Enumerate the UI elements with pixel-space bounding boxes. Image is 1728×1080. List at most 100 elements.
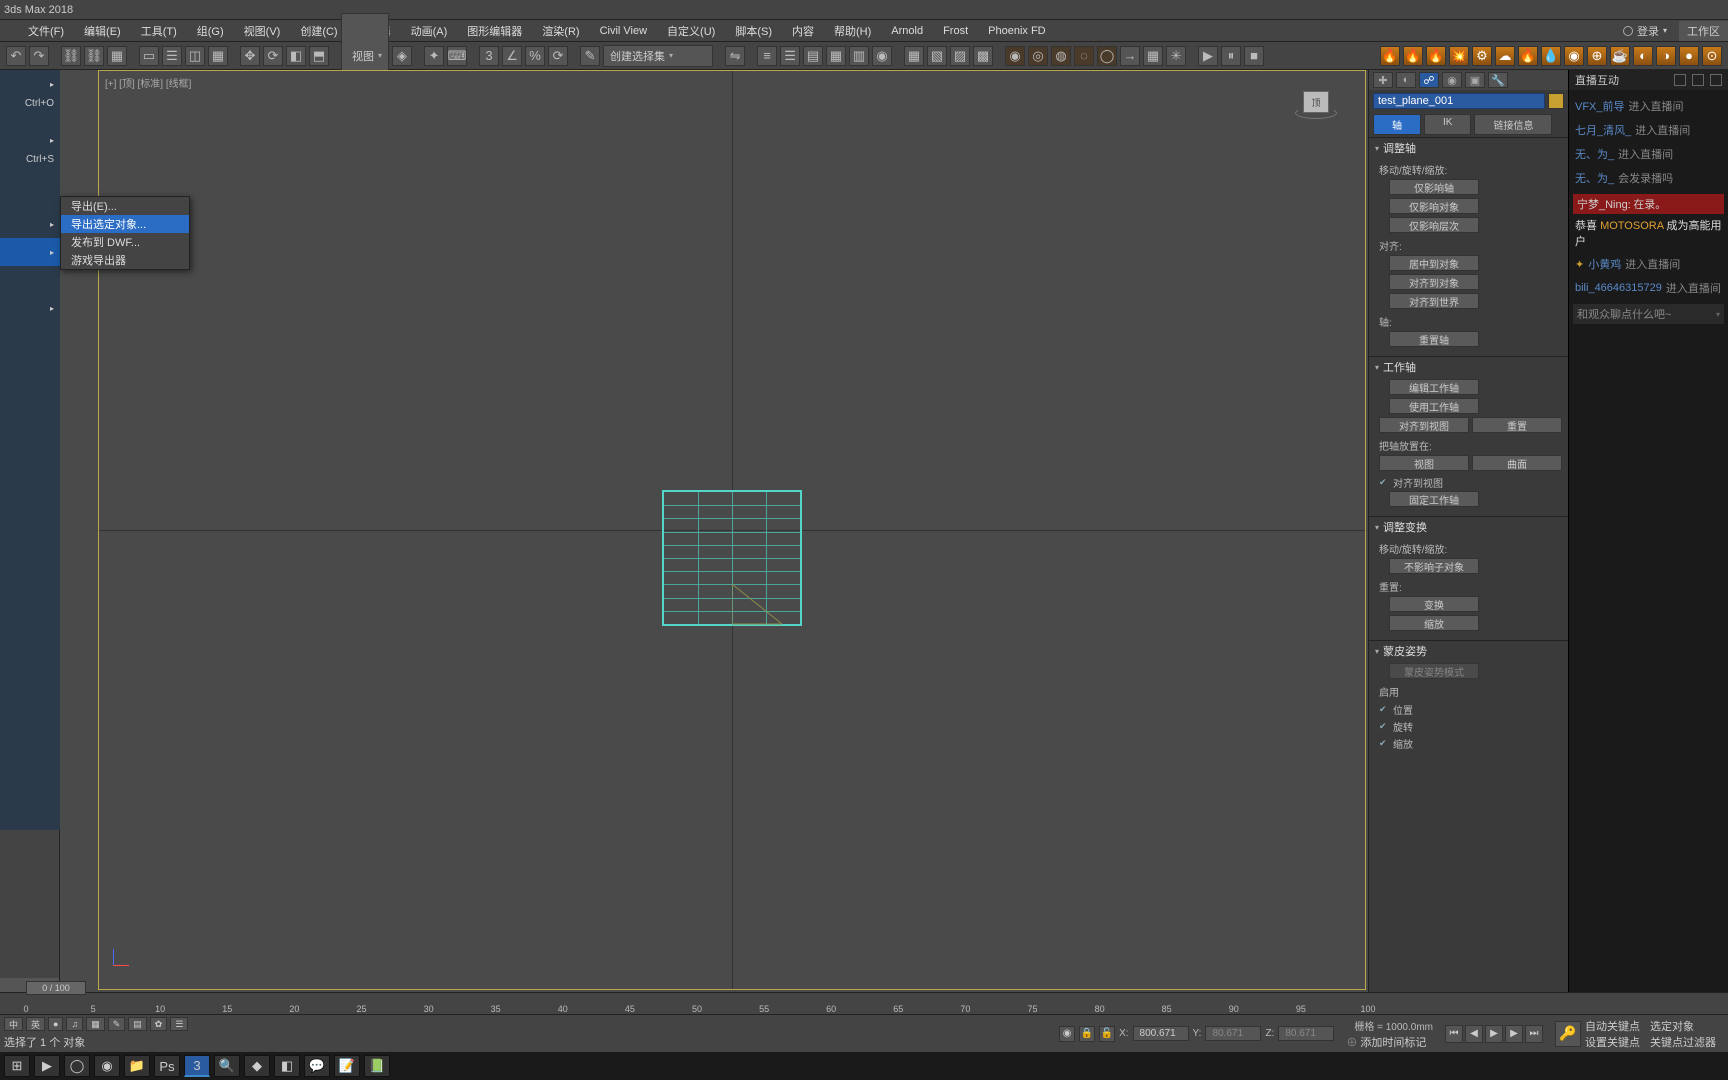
percent-snap-icon[interactable]: %: [525, 46, 545, 66]
link-icon[interactable]: ⛓: [61, 46, 81, 66]
affect-object-only-button[interactable]: 仅影响对象: [1389, 198, 1479, 214]
align-to-view-button[interactable]: 对齐到视图: [1379, 417, 1469, 433]
set-key-icon[interactable]: 🔑: [1555, 1021, 1581, 1047]
place-surface-button[interactable]: 曲面: [1472, 455, 1562, 471]
login-button[interactable]: 登录▾: [1617, 23, 1673, 39]
sel-lock-icon[interactable]: 🔓: [1099, 1026, 1115, 1042]
isolate-icon[interactable]: ◉: [1059, 1026, 1075, 1042]
render-frame-icon[interactable]: ▧: [927, 46, 947, 66]
phoenix-m-icon[interactable]: ◑: [1656, 46, 1676, 66]
align-icon[interactable]: ≡: [757, 46, 777, 66]
spinner-snap-icon[interactable]: ⟳: [548, 46, 568, 66]
set-key-button[interactable]: 设置关键点: [1585, 1034, 1640, 1050]
taskbar-app-1[interactable]: ▶: [34, 1055, 60, 1077]
menu-render[interactable]: 渲染(R): [532, 23, 589, 39]
unlink-icon[interactable]: ⛓: [84, 46, 104, 66]
mirror-icon[interactable]: ⇋: [725, 46, 745, 66]
material-editor-icon[interactable]: ◉: [872, 46, 892, 66]
render-last-icon[interactable]: ▩: [973, 46, 993, 66]
taskbar-app-3[interactable]: ◉: [94, 1055, 120, 1077]
menu-group[interactable]: 组(G): [187, 23, 234, 39]
curve-editor-icon[interactable]: ▦: [826, 46, 846, 66]
select-manipulate-icon[interactable]: ✦: [424, 46, 444, 66]
chat-settings-icon[interactable]: [1692, 74, 1704, 86]
taskbar-photoshop-icon[interactable]: Ps: [154, 1055, 180, 1077]
lock-icon[interactable]: 🔒: [1079, 1026, 1095, 1042]
pill-ik[interactable]: IK: [1424, 114, 1471, 135]
keyboard-shortcut-icon[interactable]: ⌨: [447, 46, 467, 66]
layers-icon[interactable]: ☰: [780, 46, 800, 66]
scale-gizmo-icon[interactable]: [732, 584, 792, 634]
phoenix-g-icon[interactable]: 🔥: [1518, 46, 1538, 66]
plugin-e-icon[interactable]: ◯: [1097, 46, 1117, 66]
taskbar-app-11[interactable]: 📝: [334, 1055, 360, 1077]
menu-help[interactable]: 帮助(H): [824, 23, 881, 39]
dont-affect-children-button[interactable]: 不影响子对象: [1389, 558, 1479, 574]
chat-popup-icon[interactable]: [1674, 74, 1686, 86]
auto-key-button[interactable]: 自动关键点: [1585, 1018, 1640, 1034]
taskbar-explorer-icon[interactable]: 📁: [124, 1055, 150, 1077]
taskbar-app-9[interactable]: ◧: [274, 1055, 300, 1077]
affect-hierarchy-only-button[interactable]: 仅影响层次: [1389, 217, 1479, 233]
select-name-icon[interactable]: ☰: [162, 46, 182, 66]
plugin-f-icon[interactable]: →: [1120, 46, 1140, 66]
rollout-working-pivot[interactable]: 工作轴: [1369, 357, 1568, 377]
render-icon[interactable]: ▨: [950, 46, 970, 66]
undo-icon[interactable]: ↶: [6, 46, 26, 66]
viewport-area[interactable]: [+] [顶] [标准] [线框] 顶: [60, 70, 1368, 992]
menu-frost[interactable]: Frost: [933, 25, 978, 37]
pill-linkinfo[interactable]: 链接信息: [1474, 114, 1552, 135]
align-to-world-button[interactable]: 对齐到世界: [1389, 293, 1479, 309]
rollout-adjust-transform[interactable]: 调整变换: [1369, 517, 1568, 537]
workspace-selector[interactable]: 工作区: [1679, 21, 1728, 41]
phoenix-f-icon[interactable]: ☁: [1495, 46, 1515, 66]
edit-working-pivot-button[interactable]: 编辑工作轴: [1389, 379, 1479, 395]
submenu-game-exporter[interactable]: 游戏导出器: [61, 251, 189, 269]
skin-pose-mode-button[interactable]: 蒙皮姿势模式: [1389, 663, 1479, 679]
menu-phoenix[interactable]: Phoenix FD: [978, 25, 1055, 37]
pin-working-pivot-button[interactable]: 固定工作轴: [1389, 491, 1479, 507]
ime-bar[interactable]: 中 英 ● ♫ ▦ ✎ ▤ ✿ ☰: [4, 1017, 188, 1031]
chat-close-icon[interactable]: [1710, 74, 1722, 86]
menu-create[interactable]: 创建(C): [290, 23, 347, 39]
file-menu-dropdown[interactable]: ▸ Ctrl+O ▸ Ctrl+S ▸ ▸ ▸: [0, 70, 60, 830]
play-icon[interactable]: ▶: [1198, 46, 1218, 66]
viewport-label[interactable]: [+] [顶] [标准] [线框]: [105, 75, 191, 90]
tab-hierarchy-icon[interactable]: ☍: [1419, 72, 1439, 88]
submenu-publish-dwf[interactable]: 发布到 DWF...: [61, 233, 189, 251]
select-region-icon[interactable]: ◫: [185, 46, 205, 66]
submenu-export[interactable]: 导出(E)...: [61, 197, 189, 215]
phoenix-d-icon[interactable]: 💥: [1449, 46, 1469, 66]
menu-edit[interactable]: 编辑(E): [74, 23, 131, 39]
phoenix-l-icon[interactable]: ◐: [1633, 46, 1653, 66]
menu-view[interactable]: 视图(V): [234, 23, 291, 39]
coord-x[interactable]: 800.671: [1133, 1026, 1189, 1041]
phoenix-j-icon[interactable]: ⊕: [1587, 46, 1607, 66]
add-time-tag[interactable]: 添加时间标记: [1360, 1037, 1426, 1049]
tab-utilities-icon[interactable]: 🔧: [1488, 72, 1508, 88]
taskbar-app-12[interactable]: 📗: [364, 1055, 390, 1077]
snap-toggle-icon[interactable]: 3: [479, 46, 499, 66]
affect-pivot-only-button[interactable]: 仅影响轴: [1389, 179, 1479, 195]
goto-end-icon[interactable]: ⏭: [1525, 1025, 1543, 1043]
edit-named-sel-icon[interactable]: ✎: [580, 46, 600, 66]
reset-scale-button[interactable]: 缩放: [1389, 615, 1479, 631]
phoenix-c-icon[interactable]: 🔥: [1426, 46, 1446, 66]
render-setup-icon[interactable]: ▦: [904, 46, 924, 66]
coord-z[interactable]: 80.671: [1278, 1026, 1334, 1041]
taskbar-3dsmax-icon[interactable]: 3: [184, 1055, 210, 1077]
plugin-b-icon[interactable]: ◎: [1028, 46, 1048, 66]
use-working-pivot-button[interactable]: 使用工作轴: [1389, 398, 1479, 414]
phoenix-b-icon[interactable]: 🔥: [1403, 46, 1423, 66]
time-slider[interactable]: 0 / 100: [26, 981, 86, 995]
plugin-d-icon[interactable]: ◌: [1074, 46, 1094, 66]
submenu-export-selected[interactable]: 导出选定对象...: [61, 215, 189, 233]
menu-script[interactable]: 脚本(S): [725, 23, 782, 39]
menu-civilview[interactable]: Civil View: [590, 25, 657, 37]
phoenix-e-icon[interactable]: ⚙: [1472, 46, 1492, 66]
rollout-skin-pose[interactable]: 蒙皮姿势: [1369, 641, 1568, 661]
rollout-adjust-pivot[interactable]: 调整轴: [1369, 138, 1568, 158]
named-selection-dropdown[interactable]: 创建选择集: [603, 45, 713, 67]
use-center-icon[interactable]: ◈: [392, 46, 412, 66]
chk-scale[interactable]: 缩放: [1379, 735, 1562, 752]
